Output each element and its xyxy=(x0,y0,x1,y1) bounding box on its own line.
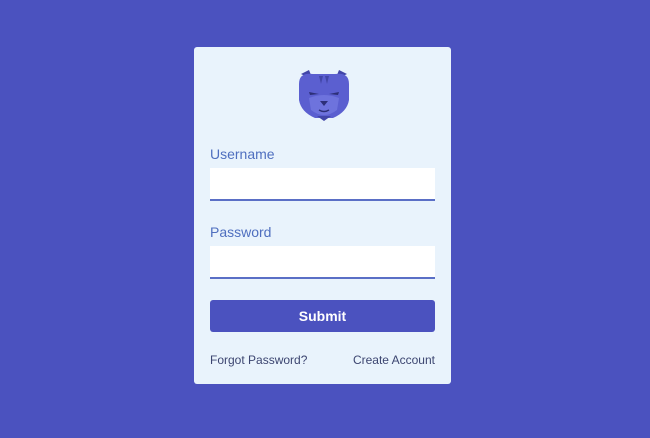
login-card: Username Password Submit Forgot Password… xyxy=(194,47,451,384)
panther-logo-icon xyxy=(295,68,353,122)
username-input[interactable] xyxy=(210,168,435,201)
forgot-password-link[interactable]: Forgot Password? xyxy=(210,353,307,367)
password-label: Password xyxy=(210,224,272,240)
password-input[interactable] xyxy=(210,246,435,279)
username-label: Username xyxy=(210,146,275,162)
submit-button[interactable]: Submit xyxy=(210,300,435,332)
create-account-link[interactable]: Create Account xyxy=(353,353,435,367)
